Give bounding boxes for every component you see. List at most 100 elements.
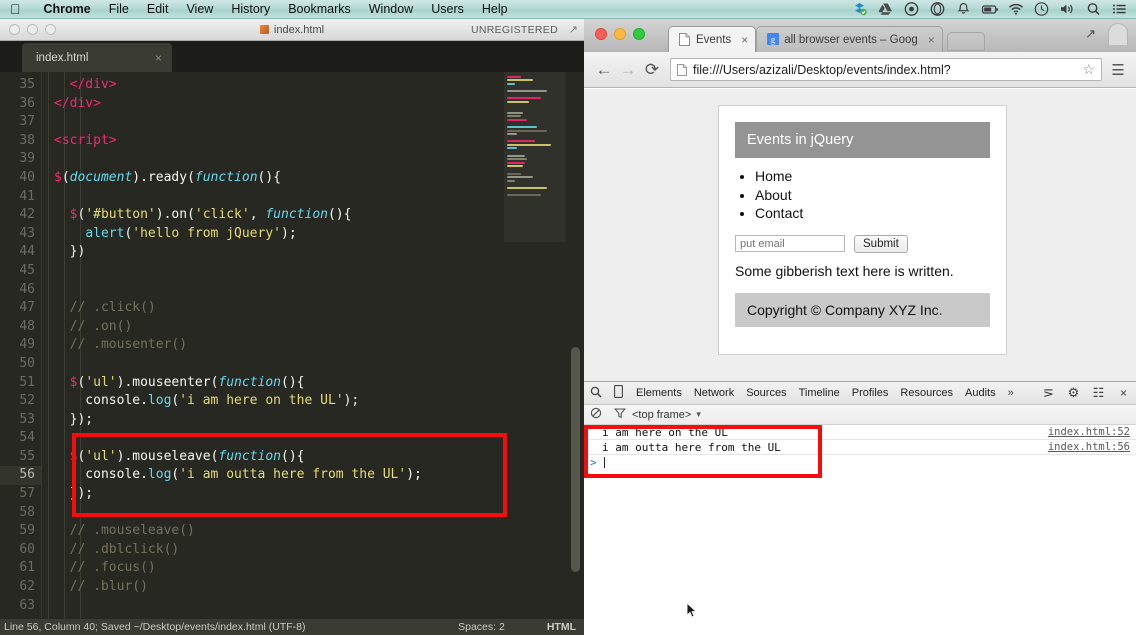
- hamburger-menu-icon[interactable]: ☰: [1108, 61, 1128, 79]
- notification-center-icon[interactable]: [1112, 2, 1127, 16]
- email-field[interactable]: [735, 235, 845, 252]
- console-drawer-icon[interactable]: ⋝: [1036, 385, 1061, 401]
- close-icon[interactable]: ×: [1111, 386, 1136, 400]
- code-line[interactable]: console.log('i am here on the UL');: [42, 392, 584, 411]
- menu-item-window[interactable]: Window: [360, 2, 422, 16]
- submit-button[interactable]: Submit: [854, 235, 908, 253]
- code-line[interactable]: // .dblclick(): [42, 541, 584, 560]
- close-icon[interactable]: ×: [741, 33, 748, 47]
- code-line[interactable]: [42, 262, 584, 281]
- list-item[interactable]: Contact: [755, 204, 990, 223]
- overflow-chevron-icon[interactable]: »: [1002, 387, 1020, 399]
- devtools-tab-resources[interactable]: Resources: [894, 387, 959, 399]
- devtools-tab-elements[interactable]: Elements: [630, 387, 688, 399]
- browser-window-controls[interactable]: [595, 28, 645, 40]
- browser-tab-google[interactable]: g all browser events – Goog ×: [756, 26, 943, 52]
- code-line[interactable]: [42, 113, 584, 132]
- search-icon[interactable]: [584, 386, 607, 401]
- menu-item-chrome[interactable]: Chrome: [35, 2, 100, 16]
- close-icon[interactable]: ×: [928, 33, 935, 47]
- spotlight-search-icon[interactable]: [1086, 2, 1101, 16]
- devtools-tab-audits[interactable]: Audits: [959, 387, 1002, 399]
- code-line[interactable]: }): [42, 243, 584, 262]
- code-line[interactable]: });: [42, 411, 584, 430]
- code-line[interactable]: alert('hello from jQuery');: [42, 225, 584, 244]
- devtools-tab-timeline[interactable]: Timeline: [793, 387, 846, 399]
- browser-tab-events[interactable]: Events ×: [668, 26, 756, 52]
- star-icon[interactable]: ☆: [1082, 61, 1095, 78]
- fullscreen-icon[interactable]: ↗: [1085, 26, 1096, 42]
- line-number: 58: [0, 504, 42, 523]
- close-icon[interactable]: ×: [155, 51, 162, 65]
- apple-logo-icon[interactable]: : [10, 2, 21, 16]
- code-line[interactable]: <script>: [42, 132, 584, 151]
- status-indentation[interactable]: Spaces: 2: [458, 621, 547, 633]
- code-line[interactable]: [42, 281, 584, 300]
- code-token: 'i am here on the UL': [179, 393, 343, 408]
- menu-item-view[interactable]: View: [177, 2, 222, 16]
- minimap[interactable]: [504, 72, 566, 619]
- volume-icon[interactable]: [1060, 2, 1075, 16]
- menu-item-users[interactable]: Users: [422, 2, 473, 16]
- devtools-tab-sources[interactable]: Sources: [740, 387, 792, 399]
- menu-item-bookmarks[interactable]: Bookmarks: [279, 2, 360, 16]
- menu-item-file[interactable]: File: [100, 2, 138, 16]
- code-line[interactable]: [42, 188, 584, 207]
- code-line[interactable]: [42, 597, 584, 616]
- forward-arrow-icon[interactable]: →: [616, 61, 640, 78]
- code-area[interactable]: </div></div> <script> $(document).ready(…: [42, 72, 584, 619]
- clock-icon[interactable]: [1034, 2, 1049, 16]
- filter-icon[interactable]: [608, 407, 632, 422]
- menu-item-edit[interactable]: Edit: [138, 2, 178, 16]
- dock-side-icon[interactable]: ☷: [1086, 385, 1111, 401]
- code-line[interactable]: </div>: [42, 95, 584, 114]
- chevron-down-icon[interactable]: ▾: [696, 409, 701, 420]
- reload-icon[interactable]: ⟳: [640, 61, 664, 78]
- editor-scrollbar-thumb[interactable]: [571, 347, 580, 572]
- code-line[interactable]: $(document).ready(function(){: [42, 169, 584, 188]
- screen-record-icon[interactable]: [904, 2, 919, 16]
- editor-scrollbar[interactable]: [571, 72, 580, 619]
- fullscreen-icon[interactable]: ↗: [569, 23, 578, 36]
- code-line[interactable]: // .mousenter(): [42, 336, 584, 355]
- minimize-button[interactable]: [614, 28, 626, 40]
- code-line[interactable]: [42, 355, 584, 374]
- device-toolbar-icon[interactable]: [607, 385, 630, 401]
- address-bar[interactable]: file:///Users/azizali/Desktop/events/ind…: [670, 58, 1102, 81]
- devtools-tab-profiles[interactable]: Profiles: [846, 387, 895, 399]
- new-tab-icon[interactable]: [947, 32, 985, 51]
- code-line[interactable]: $('#button').on('click', function(){: [42, 206, 584, 225]
- browser-tab-label: all browser events – Goog: [784, 34, 918, 46]
- list-item[interactable]: About: [755, 186, 990, 205]
- creative-cloud-icon[interactable]: [930, 2, 945, 16]
- console-source-link[interactable]: index.html:56: [1048, 440, 1130, 455]
- code-line[interactable]: $('ul').mouseenter(function(){: [42, 374, 584, 393]
- wifi-icon[interactable]: [1008, 2, 1023, 16]
- console-source-link[interactable]: index.html:52: [1048, 425, 1130, 440]
- back-arrow-icon[interactable]: ←: [592, 61, 616, 78]
- code-line[interactable]: // .focus(): [42, 559, 584, 578]
- menu-item-help[interactable]: Help: [473, 2, 517, 16]
- menu-item-history[interactable]: History: [222, 2, 279, 16]
- code-line[interactable]: // .on(): [42, 318, 584, 337]
- zoom-button[interactable]: [633, 28, 645, 40]
- google-drive-icon[interactable]: [878, 2, 893, 16]
- console-output[interactable]: i am here on the UL index.html:52 i am o…: [584, 425, 1136, 635]
- code-line[interactable]: [42, 150, 584, 169]
- devtools-tab-network[interactable]: Network: [688, 387, 740, 399]
- status-syntax[interactable]: HTML: [547, 621, 584, 633]
- code-line[interactable]: // .blur(): [42, 578, 584, 597]
- user-avatar-icon[interactable]: [1108, 23, 1128, 45]
- dropbox-icon[interactable]: [852, 2, 867, 16]
- code-line[interactable]: </div>: [42, 76, 584, 95]
- list-item[interactable]: Home: [755, 167, 990, 186]
- close-button[interactable]: [595, 28, 607, 40]
- clear-console-icon[interactable]: [584, 407, 608, 422]
- code-line[interactable]: // .mouseleave(): [42, 522, 584, 541]
- gear-icon[interactable]: ⚙: [1061, 385, 1086, 401]
- frame-selector[interactable]: <top frame>: [632, 409, 691, 421]
- battery-icon[interactable]: [982, 2, 997, 16]
- code-line[interactable]: // .click(): [42, 299, 584, 318]
- bell-icon[interactable]: [956, 2, 971, 16]
- editor-tab-index-html[interactable]: index.html ×: [22, 43, 172, 72]
